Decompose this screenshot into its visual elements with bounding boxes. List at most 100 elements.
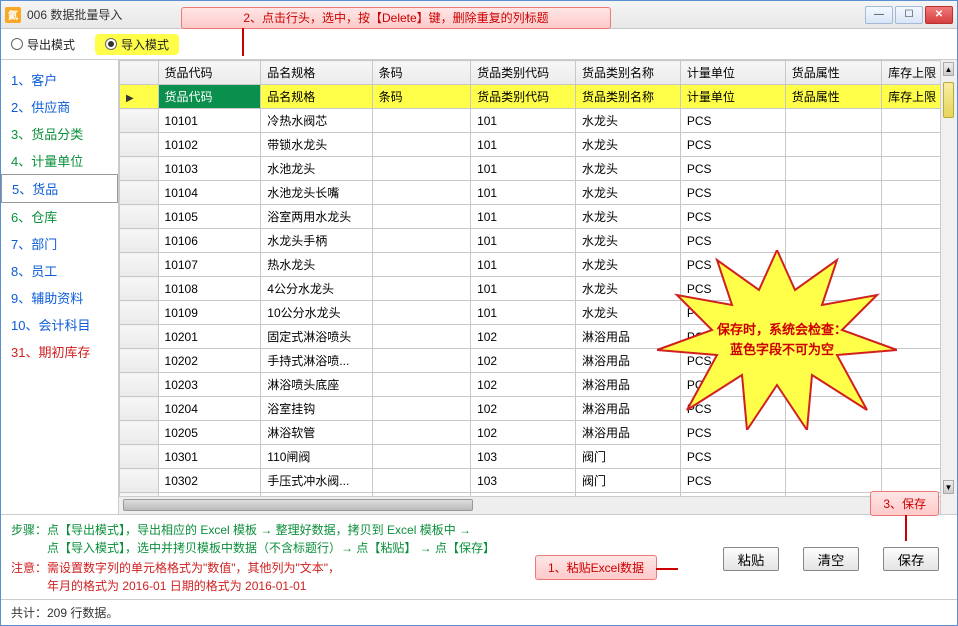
cell[interactable]: 4公分水龙头 [261,277,372,301]
cell[interactable]: 水龙头 [575,157,680,181]
sidebar-item-3[interactable]: 4、计量单位 [1,147,118,174]
cell[interactable] [785,325,881,349]
cell[interactable]: 淋浴用品 [575,325,680,349]
radio-export-mode[interactable]: 导出模式 [11,36,75,53]
column-header[interactable]: 货品属性 [785,61,881,85]
vertical-scrollbar[interactable]: ▲ ▼ [940,60,957,514]
row-header[interactable] [120,325,159,349]
cell[interactable] [785,397,881,421]
cell[interactable]: 102 [471,421,576,445]
sidebar-item-2[interactable]: 3、货品分类 [1,120,118,147]
cell[interactable] [372,253,470,277]
close-button[interactable]: ✕ [925,6,953,24]
cell[interactable]: PCS [680,277,785,301]
cell[interactable]: 淋浴用品 [575,373,680,397]
sidebar-item-7[interactable]: 8、员工 [1,257,118,284]
clear-button[interactable]: 清空 [803,547,859,571]
row-header[interactable]: ▶ [120,85,159,109]
column-header[interactable]: 货品代码 [158,61,261,85]
cell[interactable]: 水龙头 [575,229,680,253]
cell[interactable]: PCS [680,301,785,325]
table-row-header-duplicate[interactable]: ▶货品代码品名规格条码货品类别代码货品类别名称计量单位货品属性库存上限 [120,85,957,109]
cell[interactable]: 10公分水龙头 [261,301,372,325]
row-header[interactable] [120,421,159,445]
cell[interactable]: PCS [680,397,785,421]
cell[interactable]: 水龙头 [575,133,680,157]
cell[interactable]: 101 [471,133,576,157]
cell[interactable]: 101 [471,109,576,133]
cell[interactable] [372,181,470,205]
cell[interactable]: PCS [680,373,785,397]
cell[interactable] [372,109,470,133]
cell[interactable]: 10107 [158,253,261,277]
cell[interactable]: 10201 [158,325,261,349]
table-row[interactable]: 10102带锁水龙头101水龙头PCS [120,133,957,157]
cell[interactable] [372,205,470,229]
table-row[interactable]: 10104水池龙头长嘴101水龙头PCS [120,181,957,205]
cell[interactable]: 103 [471,469,576,493]
cell[interactable]: 淋浴喷头底座 [261,373,372,397]
cell[interactable]: 10101 [158,109,261,133]
column-header[interactable]: 品名规格 [261,61,372,85]
cell[interactable] [372,133,470,157]
sidebar-item-9[interactable]: 10、会计科目 [1,311,118,338]
cell[interactable]: 10204 [158,397,261,421]
table-row[interactable]: 10204浴室挂钩102淋浴用品PCS [120,397,957,421]
cell[interactable]: PCS [680,445,785,469]
cell[interactable] [372,397,470,421]
cell[interactable]: 阀门 [575,445,680,469]
row-header[interactable] [120,373,159,397]
cell[interactable]: 淋浴软管 [261,421,372,445]
cell[interactable] [372,277,470,301]
row-header[interactable] [120,253,159,277]
cell[interactable]: 货品代码 [158,85,261,109]
cell[interactable]: 10205 [158,421,261,445]
cell[interactable] [785,421,881,445]
cell[interactable]: 101 [471,253,576,277]
cell[interactable]: 水龙头 [575,253,680,277]
cell[interactable]: 货品属性 [785,85,881,109]
table-row[interactable]: 1010910公分水龙头101水龙头PCS [120,301,957,325]
row-header[interactable] [120,397,159,421]
cell[interactable]: 水池龙头 [261,157,372,181]
cell[interactable] [785,445,881,469]
cell[interactable]: 冷热水阀芯 [261,109,372,133]
row-header[interactable] [120,109,159,133]
cell[interactable]: 10109 [158,301,261,325]
cell[interactable]: 101 [471,157,576,181]
cell[interactable] [785,133,881,157]
cell[interactable]: 10202 [158,349,261,373]
row-header[interactable] [120,301,159,325]
cell[interactable]: 10102 [158,133,261,157]
cell[interactable]: 水龙头 [575,109,680,133]
row-header[interactable] [120,445,159,469]
corner-cell[interactable] [120,61,159,85]
row-header[interactable] [120,277,159,301]
cell[interactable]: 热水龙头 [261,253,372,277]
cell[interactable] [372,301,470,325]
cell[interactable]: 品名规格 [261,85,372,109]
cell[interactable]: 101 [471,181,576,205]
cell[interactable]: 101 [471,205,576,229]
cell[interactable] [372,325,470,349]
sidebar-item-8[interactable]: 9、辅助资料 [1,284,118,311]
cell[interactable] [785,373,881,397]
cell[interactable]: 101 [471,277,576,301]
cell[interactable]: 102 [471,373,576,397]
row-header[interactable] [120,181,159,205]
horizontal-scrollbar[interactable] [119,496,957,514]
cell[interactable]: 10106 [158,229,261,253]
cell[interactable]: 货品类别名称 [575,85,680,109]
row-header[interactable] [120,157,159,181]
cell[interactable]: 10108 [158,277,261,301]
row-header[interactable] [120,133,159,157]
column-header[interactable]: 货品类别名称 [575,61,680,85]
cell[interactable] [785,205,881,229]
cell[interactable]: PCS [680,229,785,253]
cell[interactable]: 水龙头 [575,181,680,205]
cell[interactable]: 103 [471,445,576,469]
sidebar-item-4[interactable]: 5、货品 [1,174,118,203]
cell[interactable]: 阀门 [575,469,680,493]
maximize-button[interactable]: ☐ [895,6,923,24]
cell[interactable]: 浴室两用水龙头 [261,205,372,229]
